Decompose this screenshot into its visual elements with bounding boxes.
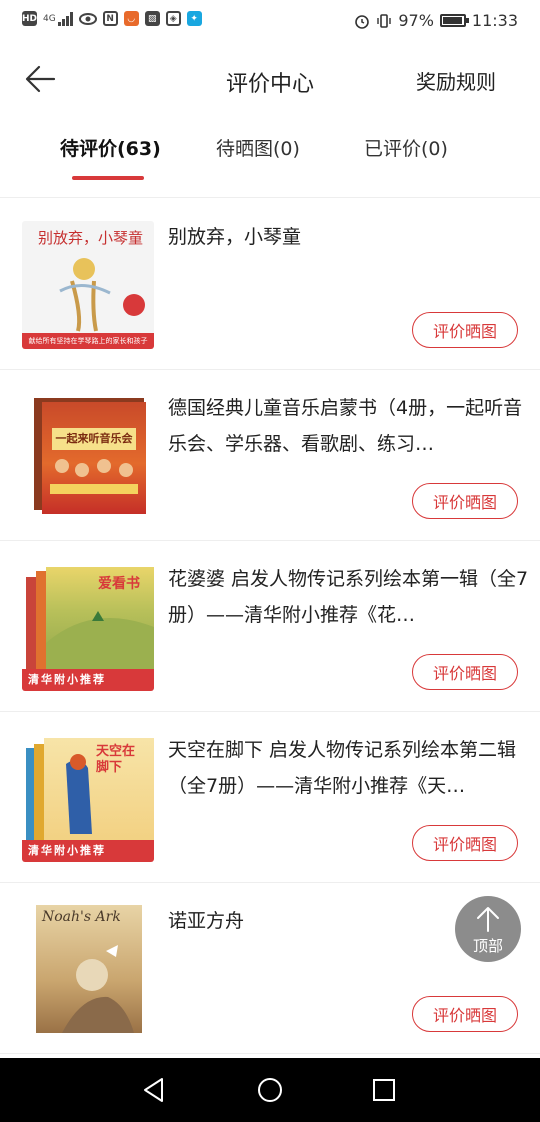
tab-pending-review[interactable]: 待评价(63) bbox=[60, 134, 161, 161]
header: 评价中心 奖励规则 bbox=[0, 42, 540, 118]
review-photo-button[interactable]: 评价晒图 bbox=[412, 312, 518, 348]
clock: 11:33 bbox=[471, 11, 518, 30]
list-item: 一起来听音乐会 德国经典儿童音乐启蒙书（4册，一起听音乐会、学乐器、看歌剧、练习… bbox=[0, 370, 540, 541]
lightbulb-icon: ✦ bbox=[186, 11, 202, 26]
list-item: 天空在脚下 清华附小推荐 天空在脚下 启发人物传记系列绘本第二辑（全7册）——清… bbox=[0, 712, 540, 883]
book-cover[interactable]: 爱看书 清华附小推荐 bbox=[22, 563, 154, 691]
image-icon: ▨ bbox=[144, 11, 160, 26]
list-item: 爱看书 清华附小推荐 花婆婆 启发人物传记系列绘本第一辑（全7册）——清华附小推… bbox=[0, 541, 540, 712]
review-photo-button[interactable]: 评价晒图 bbox=[412, 996, 518, 1032]
eye-icon bbox=[78, 12, 97, 25]
home-circle-icon[interactable] bbox=[254, 1074, 286, 1106]
signal-icon bbox=[57, 11, 73, 26]
review-photo-button[interactable]: 评价晒图 bbox=[412, 654, 518, 690]
book-cover[interactable]: 一起来听音乐会 bbox=[22, 392, 154, 520]
list-item: Noah's Ark 诺亚方舟 评价晒图 bbox=[0, 883, 540, 1054]
active-tab-indicator bbox=[72, 176, 144, 180]
item-title[interactable]: 德国经典儿童音乐启蒙书（4册，一起听音乐会、学乐器、看歌剧、练习… bbox=[168, 390, 530, 462]
arrow-up-icon bbox=[477, 907, 499, 932]
status-right: 97% 11:33 bbox=[354, 11, 518, 30]
review-photo-button[interactable]: 评价晒图 bbox=[412, 483, 518, 519]
nfc-icon: N bbox=[102, 11, 118, 26]
recents-square-icon[interactable] bbox=[368, 1074, 400, 1106]
cover-strip: 清华附小推荐 bbox=[22, 669, 154, 691]
review-photo-button[interactable]: 评价晒图 bbox=[412, 825, 518, 861]
cover-strip: 清华附小推荐 bbox=[22, 840, 154, 862]
shield-icon: ◈ bbox=[165, 11, 181, 26]
book-cover[interactable]: 别放弃，小琴童 献给所有坚持在学琴路上的家长和孩子 bbox=[22, 221, 154, 349]
battery-percent: 97% bbox=[398, 11, 434, 30]
tab-reviewed[interactable]: 已评价(0) bbox=[364, 134, 448, 161]
book-cover[interactable]: 天空在脚下 清华附小推荐 bbox=[22, 734, 154, 862]
item-title[interactable]: 天空在脚下 启发人物传记系列绘本第二辑（全7册）——清华附小推荐《天… bbox=[168, 732, 530, 804]
status-left-icons: HD 4G N ◡ ▨ ◈ ✦ bbox=[22, 11, 202, 26]
battery-icon bbox=[439, 14, 469, 27]
alarm-icon bbox=[355, 14, 370, 29]
network-type: 4G bbox=[43, 13, 56, 24]
back-triangle-icon[interactable] bbox=[138, 1074, 170, 1106]
back-to-top-button[interactable]: 顶部 bbox=[455, 896, 521, 962]
hd-icon: HD bbox=[22, 11, 37, 26]
back-to-top-label: 顶部 bbox=[472, 937, 503, 955]
review-tabs: 待评价(63) 待晒图(0) 已评价(0) bbox=[0, 118, 540, 198]
item-title[interactable]: 花婆婆 启发人物传记系列绘本第一辑（全7册）——清华附小推荐《花… bbox=[168, 561, 530, 633]
system-nav-bar bbox=[0, 1058, 540, 1122]
book-cover[interactable]: Noah's Ark bbox=[22, 905, 154, 1033]
reward-rules-link[interactable]: 奖励规则 bbox=[416, 66, 496, 95]
status-bar: HD 4G N ◡ ▨ ◈ ✦ 97% 11:33 bbox=[0, 0, 540, 42]
item-title[interactable]: 别放弃，小琴童 bbox=[168, 219, 530, 255]
list-item: 别放弃，小琴童 献给所有坚持在学琴路上的家长和孩子 别放弃，小琴童 评价晒图 bbox=[0, 199, 540, 370]
app-icon: ◡ bbox=[123, 11, 139, 26]
tab-pending-photo[interactable]: 待晒图(0) bbox=[216, 134, 300, 161]
vibrate-icon bbox=[377, 13, 392, 28]
cover-strip: 献给所有坚持在学琴路上的家长和孩子 bbox=[22, 333, 154, 349]
